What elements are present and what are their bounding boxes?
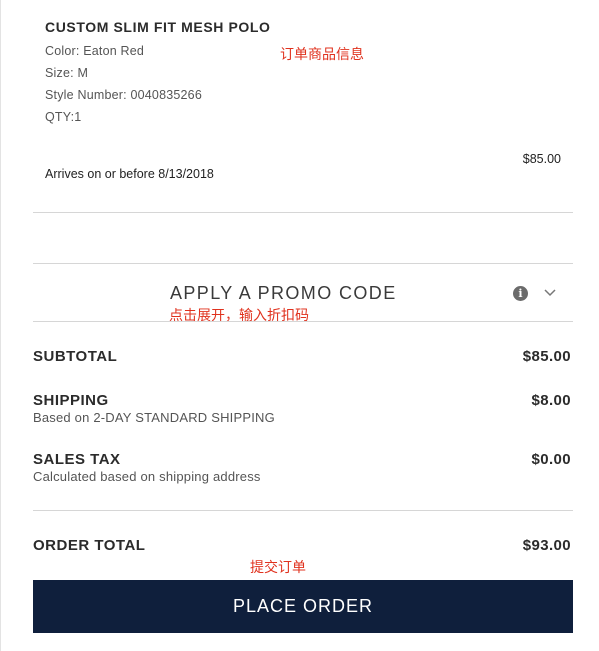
annotation-submit-hint: 提交订单 <box>250 560 306 576</box>
divider <box>33 212 573 213</box>
promo-code-label: APPLY A PROMO CODE <box>170 283 397 303</box>
shipping-method: Based on 2-DAY STANDARD SHIPPING <box>33 410 275 425</box>
product-size: Size: M <box>45 66 89 80</box>
annotation-order-info: 订单商品信息 <box>280 47 364 63</box>
subtotal-value: $85.00 <box>522 348 571 365</box>
shipping-value: $8.00 <box>531 392 571 409</box>
sales-tax-note: Calculated based on shipping address <box>33 469 261 484</box>
info-icon[interactable]: i <box>513 286 528 301</box>
order-total-label: ORDER TOTAL <box>33 537 146 554</box>
product-name: CUSTOM SLIM FIT MESH POLO <box>45 19 271 35</box>
shipping-label: SHIPPING <box>33 392 109 409</box>
order-review-panel: CUSTOM SLIM FIT MESH POLO Color: Eaton R… <box>0 0 599 651</box>
arrival-date: Arrives on or before 8/13/2018 <box>45 167 214 181</box>
product-qty: QTY:1 <box>45 110 82 124</box>
divider <box>33 510 573 511</box>
subtotal-label: SUBTOTAL <box>33 348 118 365</box>
item-price: $85.00 <box>522 152 561 166</box>
product-color: Color: Eaton Red <box>45 44 145 58</box>
place-order-button[interactable]: PLACE ORDER <box>33 580 573 633</box>
order-total-value: $93.00 <box>522 537 571 554</box>
sales-tax-label: SALES TAX <box>33 451 121 468</box>
sales-tax-value: $0.00 <box>531 451 571 468</box>
divider <box>33 321 573 322</box>
product-style-number: Style Number: 0040835266 <box>45 88 202 102</box>
annotation-promo-hint: 点击展开，输入折扣码 <box>169 308 309 324</box>
chevron-down-icon[interactable] <box>543 286 557 300</box>
